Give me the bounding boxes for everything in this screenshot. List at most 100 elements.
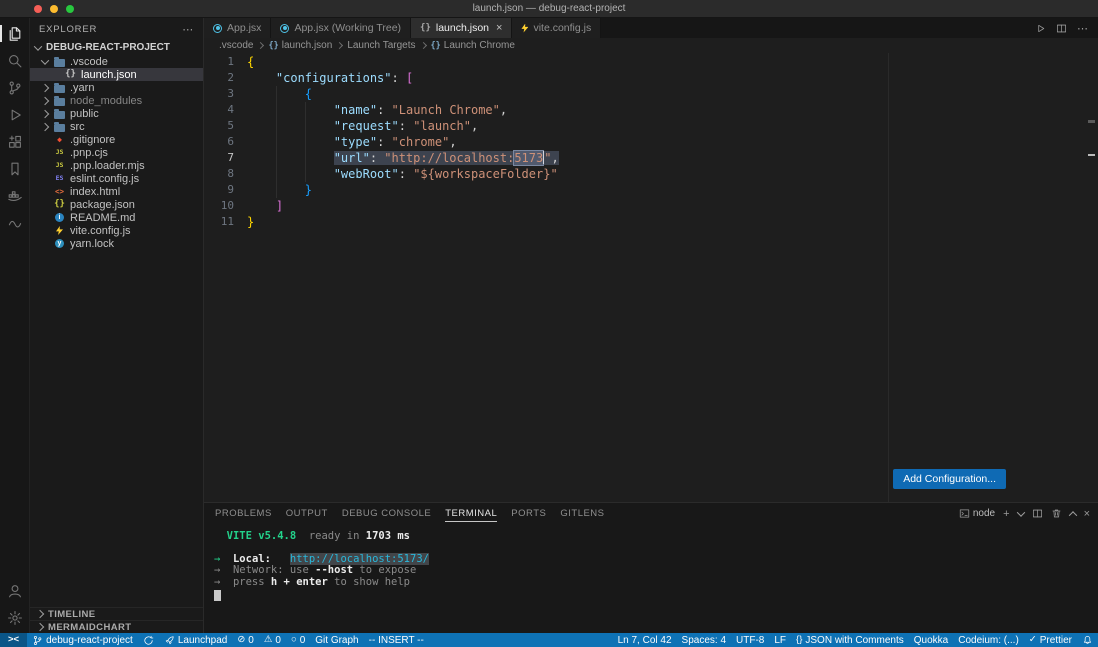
tab-bar: App.jsx App.jsx (Working Tree) {}launch.js…: [204, 18, 1098, 38]
tree-item-.gitignore[interactable]: ◆.gitignore: [30, 133, 203, 146]
breadcrumb-item[interactable]: {}launch.json: [268, 40, 332, 51]
code-line[interactable]: 1{: [204, 54, 1098, 70]
status-gitlens-launchpad[interactable]: Launchpad: [159, 633, 233, 647]
status-git-branch[interactable]: debug-react-project: [27, 633, 138, 647]
activity-item-explorer[interactable]: [0, 20, 29, 47]
breadcrumb-item[interactable]: .vscode: [219, 40, 253, 51]
run-button[interactable]: [1035, 23, 1046, 34]
code-line[interactable]: 5 "request": "launch",: [204, 118, 1098, 134]
overview-ruler-mark: [1088, 154, 1095, 156]
tree-item-vite.config.js[interactable]: vite.config.js: [30, 224, 203, 237]
split-terminal-button[interactable]: [1032, 508, 1043, 519]
tree-item-.vscode[interactable]: .vscode: [30, 55, 203, 68]
status-status-counter[interactable]: ○0: [286, 633, 310, 647]
section-mermaidchart[interactable]: MERMAIDCHART: [30, 620, 203, 633]
window-title: launch.json — debug-react-project: [0, 3, 1098, 14]
status-prettier[interactable]: ✓Prettier: [1024, 633, 1077, 647]
tree-item-README.md[interactable]: iREADME.md: [30, 211, 203, 224]
close-icon[interactable]: ×: [496, 22, 502, 34]
tree-item-.pnp.loader.mjs[interactable]: JS.pnp.loader.mjs: [30, 159, 203, 172]
tree-item-.pnp.cjs[interactable]: JS.pnp.cjs: [30, 146, 203, 159]
status-codeium[interactable]: Codeium: (...): [953, 633, 1024, 647]
code-line[interactable]: 8 "webRoot": "${workspaceFolder}": [204, 166, 1098, 182]
more-actions-icon[interactable]: ⋯: [182, 23, 194, 36]
terminal[interactable]: VITE v5.4.8 ready in 1703 ms→ Local: htt…: [204, 524, 1098, 633]
code-line[interactable]: 3 {: [204, 86, 1098, 102]
status-remote-indicator[interactable]: ><: [0, 633, 27, 647]
tree-item-public[interactable]: public: [30, 107, 203, 120]
activity-item-extensions[interactable]: [0, 128, 29, 155]
project-root-row[interactable]: DEBUG-REACT-PROJECT: [30, 40, 203, 55]
code-line[interactable]: 9 }: [204, 182, 1098, 198]
window-controls: [34, 5, 74, 13]
tree-item-package.json[interactable]: {}package.json: [30, 198, 203, 211]
terminal-profile-dropdown[interactable]: [1018, 511, 1024, 517]
activity-item-source-control[interactable]: [0, 74, 29, 101]
tree-item-node_modules[interactable]: node_modules: [30, 94, 203, 107]
activity-item-mermaid[interactable]: [0, 209, 29, 236]
project-root-label: DEBUG-REACT-PROJECT: [46, 42, 170, 53]
terminal-profile[interactable]: node: [959, 508, 995, 519]
close-window-button[interactable]: [34, 5, 42, 13]
code-line[interactable]: 4 "name": "Launch Chrome",: [204, 102, 1098, 118]
kill-terminal-button[interactable]: [1051, 508, 1062, 519]
minimize-window-button[interactable]: [50, 5, 58, 13]
status-cursor-position[interactable]: Ln 7, Col 42: [613, 633, 677, 647]
status-notifications[interactable]: [1077, 633, 1098, 647]
activity-item-run-debug[interactable]: [0, 101, 29, 128]
status-encoding[interactable]: UTF-8: [731, 633, 769, 647]
panel-tab-ports[interactable]: PORTS: [504, 503, 553, 524]
code-line[interactable]: 7 "url": "http://localhost:5173",: [204, 150, 1098, 166]
section-timeline[interactable]: TIMELINE: [30, 607, 203, 620]
split-editor-button[interactable]: [1056, 23, 1067, 34]
tab-label: App.jsx (Working Tree): [294, 22, 401, 34]
status-indentation[interactable]: Spaces: 4: [677, 633, 731, 647]
status-language-mode[interactable]: {}JSON with Comments: [791, 633, 909, 647]
activity-item-docker[interactable]: [0, 182, 29, 209]
add-configuration-button[interactable]: Add Configuration...: [893, 469, 1006, 489]
tree-item-index.html[interactable]: <>index.html: [30, 185, 203, 198]
status-quokka[interactable]: Quokka: [909, 633, 953, 647]
status-eol[interactable]: LF: [769, 633, 791, 647]
status-problems-errors[interactable]: ⊘0: [232, 633, 259, 647]
editor-tab[interactable]: vite.config.js: [512, 18, 601, 38]
close-panel-button[interactable]: ×: [1084, 508, 1090, 520]
tree-item-.yarn[interactable]: .yarn: [30, 81, 203, 94]
zoom-window-button[interactable]: [66, 5, 74, 13]
editor-tab[interactable]: App.jsx: [204, 18, 271, 38]
panel-tab-output[interactable]: OUTPUT: [279, 503, 335, 524]
tree-item-src[interactable]: src: [30, 120, 203, 133]
status-vim-mode[interactable]: -- INSERT --: [364, 633, 429, 647]
breadcrumb-item[interactable]: Launch Targets: [347, 40, 415, 51]
code-token: [247, 199, 276, 213]
tree-item-yarn.lock[interactable]: yyarn.lock: [30, 237, 203, 250]
status-git-graph[interactable]: Git Graph: [310, 633, 363, 647]
new-terminal-button[interactable]: +: [1003, 508, 1009, 520]
maximize-panel-button[interactable]: [1070, 511, 1076, 517]
tree-item-label: .vscode: [70, 56, 108, 68]
activity-item-search[interactable]: [0, 47, 29, 74]
editor[interactable]: 1{2 "configurations": [3 {4 "name": "Lau…: [204, 53, 1098, 502]
tree-item-launch.json[interactable]: {}launch.json: [30, 68, 203, 81]
editor-tab[interactable]: {}launch.json×: [411, 18, 512, 38]
more-actions-button[interactable]: ⋯: [1077, 22, 1088, 35]
activity-item-settings[interactable]: [0, 604, 29, 631]
status-problems-warnings[interactable]: ⚠0: [259, 633, 286, 647]
code-line[interactable]: 11}: [204, 214, 1098, 230]
panel-tab-gitlens[interactable]: GITLENS: [553, 503, 611, 524]
status-bar-left: ><debug-react-project Launchpad⊘0⚠0○0Git …: [0, 633, 429, 647]
activity-item-account[interactable]: [0, 577, 29, 604]
code-line[interactable]: 10 ]: [204, 198, 1098, 214]
panel-tab-debug-console[interactable]: DEBUG CONSOLE: [335, 503, 438, 524]
tree-item-eslint.config.js[interactable]: ESeslint.config.js: [30, 172, 203, 185]
vite-file-icon: [53, 225, 66, 236]
panel-tab-terminal[interactable]: TERMINAL: [438, 503, 504, 524]
code-line[interactable]: 6 "type": "chrome",: [204, 134, 1098, 150]
breadcrumb-item[interactable]: {}Launch Chrome: [431, 40, 515, 51]
status-git-sync[interactable]: [138, 633, 159, 647]
code-line[interactable]: 2 "configurations": [: [204, 70, 1098, 86]
editor-tab[interactable]: App.jsx (Working Tree): [271, 18, 411, 38]
panel-tab-problems[interactable]: PROBLEMS: [208, 503, 279, 524]
activity-item-bookmarks[interactable]: [0, 155, 29, 182]
code-token: ,: [449, 135, 456, 149]
